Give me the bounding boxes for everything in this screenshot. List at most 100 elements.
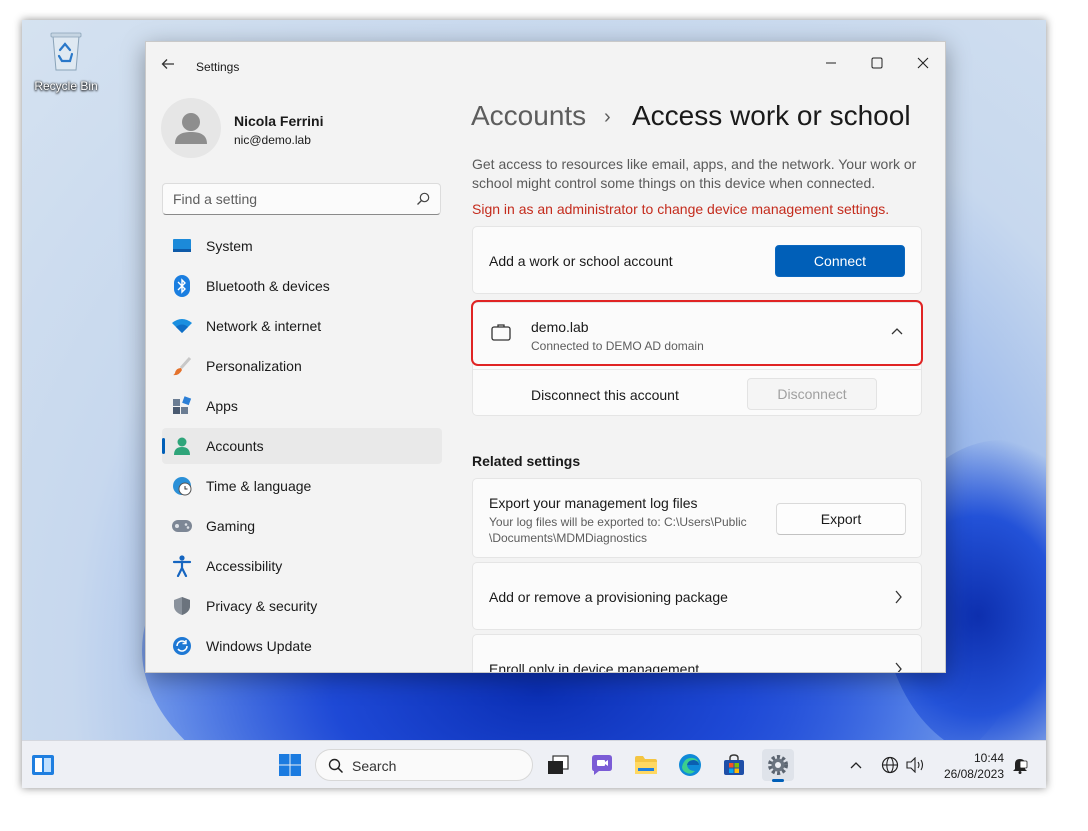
sidebar-item-personalization[interactable]: Personalization [162,348,442,384]
sidebar-item-label: Apps [206,398,238,414]
sidebar-item-label: Accessibility [206,558,283,574]
profile-email: nic@demo.lab [234,133,311,147]
avatar[interactable] [161,98,221,158]
settings-taskbar-button[interactable] [762,749,794,782]
settings-window: Settings Nicola Ferrini nic@demo.lab Fin… [145,41,946,673]
taskbar-clock[interactable]: 10:44 26/08/2023 [938,750,1004,782]
notifications-button[interactable] [1008,749,1032,781]
chevron-up-icon [850,762,862,769]
edge-button[interactable] [674,749,706,781]
disconnect-label: Disconnect this account [531,387,679,403]
globe-icon [881,756,899,774]
close-icon [917,57,929,69]
network-tray-button[interactable] [878,749,902,781]
sidebar-item-label: Accounts [206,438,264,454]
recycle-bin[interactable]: Recycle Bin [28,28,104,93]
chevron-right-icon [895,662,902,672]
update-icon [171,635,193,657]
sidebar-item-label: Bluetooth & devices [206,278,330,294]
store-button[interactable] [718,749,750,781]
sidebar-item-network[interactable]: Network & internet [162,308,442,344]
sidebar-item-label: Gaming [206,518,256,534]
sidebar-item-apps[interactable]: Apps [162,388,442,424]
arrow-left-icon [161,59,174,69]
wifi-icon [171,315,193,337]
active-indicator [162,438,165,454]
title-bar[interactable]: Settings [146,42,945,90]
sidebar-item-label: Time & language [206,478,312,494]
user-icon [175,113,207,144]
sidebar-item-label: Privacy & security [206,598,318,614]
export-path-line1: Your log files will be exported to: C:\U… [489,515,747,529]
speaker-icon [906,757,924,773]
task-view-button[interactable] [542,749,574,781]
gear-icon [768,755,788,775]
sidebar-item-label: System [206,238,253,254]
related-settings-heading: Related settings [472,453,581,469]
sidebar-item-privacy[interactable]: Privacy & security [162,588,442,624]
chat-icon [592,755,612,775]
volume-tray-button[interactable] [904,749,928,781]
active-app-indicator [772,779,784,782]
file-explorer-button[interactable] [630,749,662,781]
widgets-button[interactable] [27,749,59,781]
divider [473,369,921,370]
enroll-device-management-card[interactable]: Enroll only in device management [472,634,922,673]
page-title: Access work or school [632,100,911,131]
maximize-button[interactable] [854,48,900,78]
teams-chat-button[interactable] [586,749,618,781]
taskbar-search[interactable]: Search [315,749,533,781]
globe-clock-icon [171,475,193,497]
sidebar-nav: System Bluetooth & devices Network & int… [162,228,442,668]
disconnect-button[interactable]: Disconnect [747,378,877,410]
accounts-icon [171,435,193,457]
admin-warning: Sign in as an administrator to change de… [472,201,890,217]
settings-search[interactable] [162,183,441,215]
shield-icon [171,595,193,617]
edge-icon [679,754,701,776]
profile-name: Nicola Ferrini [234,113,324,129]
export-button[interactable]: Export [776,503,906,535]
sidebar-item-accessibility[interactable]: Accessibility [162,548,442,584]
search-icon [328,758,344,774]
sidebar-item-label: Network & internet [206,318,322,334]
recycle-bin-icon [50,32,82,71]
search-icon[interactable] [416,192,430,206]
highlight-box [471,300,923,366]
minimize-icon [826,62,836,64]
window-title: Settings [196,60,240,74]
sidebar-item-time-language[interactable]: Time & language [162,468,442,504]
sidebar-item-gaming[interactable]: Gaming [162,508,442,544]
search-input[interactable] [163,184,393,214]
minimize-button[interactable] [808,48,854,78]
taskbar-search-label: Search [352,758,397,774]
accessibility-icon [171,555,193,577]
export-title: Export your management log files [489,495,698,511]
chevron-right-icon [895,590,902,604]
close-button[interactable] [900,48,945,78]
export-path-line2: \Documents\MDMDiagnostics [489,531,648,545]
gamepad-icon [171,515,193,537]
clock-date: 26/08/2023 [943,767,1004,781]
sidebar-item-system[interactable]: System [162,228,442,264]
task-view-icon [548,755,569,774]
sidebar-item-bluetooth[interactable]: Bluetooth & devices [162,268,442,304]
provisioning-package-card[interactable]: Add or remove a provisioning package [472,562,922,630]
add-account-card: Add a work or school account Connect [472,226,922,294]
system-icon [171,235,193,257]
notification-bell-icon [1013,759,1028,774]
add-account-label: Add a work or school account [489,253,673,269]
desktop: Recycle Bin Settings Nicola Ferrini nic@… [22,20,1046,788]
hidden-icons-button[interactable] [844,749,868,781]
taskbar: Search 10:44 26/08/2023 [22,740,1046,788]
breadcrumb-separator: › [604,106,611,128]
connect-button[interactable]: Connect [775,245,905,277]
enroll-label: Enroll only in device management [489,661,700,673]
start-button[interactable] [274,749,306,781]
back-button[interactable] [160,56,180,76]
breadcrumb-parent[interactable]: Accounts [471,100,586,132]
provisioning-label: Add or remove a provisioning package [489,589,728,605]
export-logs-card: Export your management log files Your lo… [472,478,922,558]
sidebar-item-accounts[interactable]: Accounts [162,428,442,464]
sidebar-item-windows-update[interactable]: Windows Update [162,628,442,664]
